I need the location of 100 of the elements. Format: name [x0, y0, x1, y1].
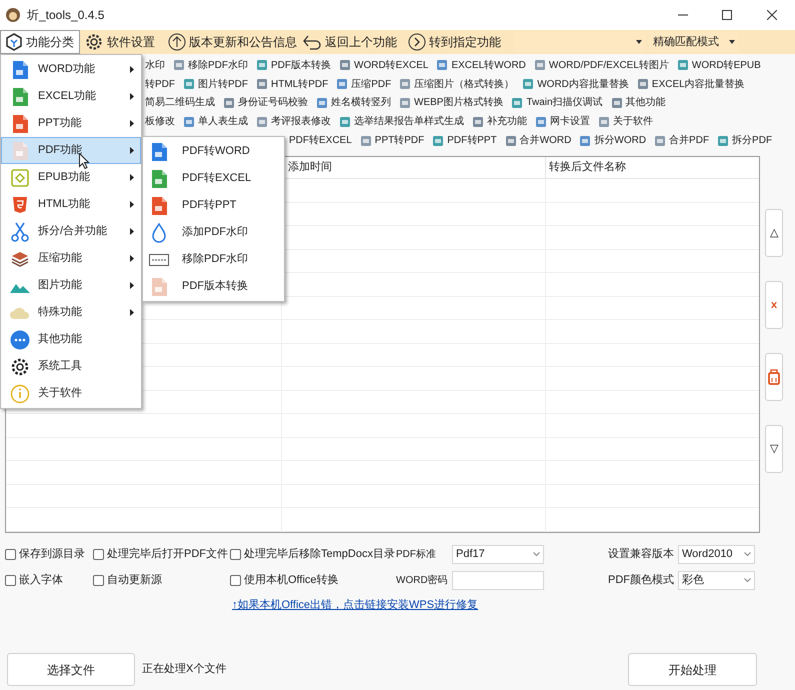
- back-arrow-icon: [302, 33, 322, 51]
- quick-function-button[interactable]: 图片转PDF: [183, 76, 248, 93]
- quick-function-button[interactable]: 姓名横转竖列: [316, 94, 391, 112]
- quick-function-button[interactable]: 板修改: [145, 113, 175, 130]
- quick-function-button[interactable]: 水印: [145, 56, 165, 74]
- quick-function-button[interactable]: PDF版本转换: [256, 56, 331, 74]
- submenu-item[interactable]: PDF转EXCEL: [143, 165, 284, 192]
- quick-function-button[interactable]: 转PDF: [145, 76, 175, 93]
- quick-function-button[interactable]: 压缩PDF: [336, 76, 392, 93]
- menu-item[interactable]: 特殊功能: [1, 299, 141, 326]
- menu-item[interactable]: 拆分/合并功能: [1, 218, 141, 245]
- side-button[interactable]: ▽: [765, 425, 783, 473]
- quick-function-button[interactable]: EXCEL内容批量替换: [636, 76, 745, 93]
- quick-function-button[interactable]: WORD转EXCEL: [339, 56, 428, 74]
- quick-function-button[interactable]: 移除PDF水印: [173, 56, 248, 74]
- quick-function-button[interactable]: WORD转EPUB: [676, 56, 761, 74]
- document-icon: [511, 96, 524, 109]
- toolbar-button[interactable]: 返回上个功能: [298, 30, 404, 54]
- document-icon: [717, 134, 730, 147]
- slides-icon: [150, 196, 168, 216]
- clear-button[interactable]: [765, 353, 783, 401]
- match-mode-select[interactable]: 精确匹配模式: [649, 32, 739, 52]
- side-button[interactable]: △: [765, 209, 783, 257]
- help-link[interactable]: ↑如果本机Office出错，点击链接安装WPS进行修复: [232, 596, 478, 614]
- document-icon: [432, 134, 444, 147]
- quick-function-button[interactable]: PPT转PDF: [360, 132, 424, 150]
- option-checkbox[interactable]: 处理完毕后移除TempDocx目录: [230, 546, 396, 562]
- droplet-icon: [150, 222, 168, 242]
- quick-function-button[interactable]: Twain扫描仪调试: [511, 94, 603, 112]
- option-checkbox[interactable]: 保存到源目录: [5, 546, 93, 562]
- quick-function-button[interactable]: 拆分PDF: [717, 132, 772, 150]
- menu-item[interactable]: 图片功能: [1, 272, 141, 299]
- menu-item[interactable]: 其他功能: [1, 326, 141, 353]
- quick-function-button[interactable]: WORD内容批量替换: [522, 76, 629, 93]
- document-icon: [522, 78, 534, 90]
- quick-function-button[interactable]: EXCEL转WORD: [436, 56, 526, 74]
- option-checkbox[interactable]: 使用本机Office转换: [230, 572, 396, 588]
- column-header[interactable]: 添加时间: [288, 159, 332, 176]
- quick-function-button[interactable]: 单人表生成: [183, 113, 248, 130]
- document-icon: [183, 78, 195, 90]
- option-checkbox[interactable]: 处理完毕后打开PDF文件: [93, 546, 230, 562]
- select-file-button[interactable]: 选择文件: [7, 653, 135, 686]
- document-icon: [256, 59, 268, 72]
- quick-function-button[interactable]: PDF转PPT: [432, 132, 497, 150]
- select-field[interactable]: Word2010: [678, 544, 755, 564]
- toolbar-button[interactable]: 软件设置: [80, 30, 164, 54]
- quick-function-button[interactable]: 压缩图片（格式转换）: [399, 76, 514, 93]
- select-field[interactable]: 彩色: [678, 570, 755, 590]
- option-checkbox[interactable]: 自动更新源: [93, 572, 230, 588]
- quick-function-button[interactable]: 合并PDF: [654, 132, 710, 150]
- menu-item[interactable]: 关于软件: [1, 380, 141, 407]
- submenu-item[interactable]: PDF转PPT: [143, 192, 284, 219]
- document-icon: [472, 116, 484, 128]
- submenu-item[interactable]: PDF版本转换: [143, 273, 284, 300]
- window-title: 圻_tools_0.4.5: [27, 7, 104, 24]
- chevron-down-icon: [533, 552, 540, 556]
- side-button[interactable]: x: [765, 281, 783, 329]
- field-label: WORD密码: [396, 574, 449, 588]
- menu-item[interactable]: HTML功能: [1, 191, 141, 218]
- quick-function-button[interactable]: 关于软件: [598, 113, 653, 130]
- menu-item[interactable]: 压缩功能: [1, 245, 141, 272]
- quick-function-button[interactable]: 其他功能: [610, 94, 666, 112]
- menu-item[interactable]: EPUB功能: [1, 164, 141, 191]
- settings-icon: [10, 356, 30, 376]
- submenu-item[interactable]: 添加PDF水印: [143, 219, 284, 246]
- toolbar-button[interactable]: 功能分类: [0, 30, 80, 54]
- quick-function-button[interactable]: WEBP图片格式转换: [399, 94, 504, 112]
- menu-item[interactable]: 系统工具: [1, 353, 141, 380]
- quick-function-button[interactable]: 网卡设置: [535, 113, 590, 130]
- document-icon: [11, 140, 29, 160]
- quick-function-button[interactable]: HTML转PDF: [256, 76, 328, 93]
- quick-function-button[interactable]: 拆分WORD: [579, 132, 646, 150]
- dropdown-icon: [729, 40, 735, 44]
- maximize-icon: [722, 10, 732, 20]
- quick-function-button[interactable]: WORD/PDF/EXCEL转图片: [534, 56, 669, 74]
- spreadsheet-icon: [11, 86, 29, 106]
- document-icon: [339, 59, 351, 72]
- quick-function-button[interactable]: 补充功能: [472, 113, 527, 130]
- start-button[interactable]: 开始处理: [628, 653, 757, 686]
- column-header[interactable]: 转换后文件名称: [549, 159, 626, 176]
- document-icon: [676, 59, 689, 72]
- select-field[interactable]: Pdf17: [452, 544, 544, 564]
- submenu-item[interactable]: PDF转WORD: [143, 138, 284, 165]
- toolbar-button[interactable]: 版本更新和公告信息: [164, 30, 298, 54]
- document-icon: [534, 59, 546, 72]
- quick-function-button[interactable]: 简易二维码生成: [145, 94, 215, 112]
- menu-item[interactable]: WORD功能: [1, 56, 141, 83]
- quick-function-button[interactable]: 合并WORD: [504, 132, 572, 150]
- toolbar-button[interactable]: 转到指定功能: [404, 30, 508, 54]
- quick-function-button[interactable]: 选举结果报告单样式生成: [339, 113, 464, 130]
- document-icon: [360, 134, 372, 147]
- password-field[interactable]: [452, 570, 544, 590]
- option-checkbox[interactable]: 嵌入字体: [5, 572, 93, 588]
- quick-function-button[interactable]: 身份证号码校验: [223, 94, 308, 112]
- scissors-icon: [11, 222, 29, 242]
- menu-item[interactable]: EXCEL功能: [1, 83, 141, 110]
- menu-item[interactable]: PPT功能: [1, 110, 141, 137]
- quick-function-button[interactable]: 考评报表修改: [256, 113, 331, 130]
- submenu-item[interactable]: 移除PDF水印: [143, 246, 284, 273]
- quick-function-button[interactable]: PDF转EXCEL: [289, 132, 352, 150]
